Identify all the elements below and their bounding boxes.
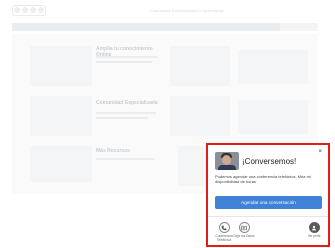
leave-data-button[interactable]: Deja tus Datos xyxy=(231,222,257,239)
site-header: Comunidad Especializada en Aprendizaje xyxy=(0,0,335,20)
content-image xyxy=(238,50,308,84)
nav-item[interactable] xyxy=(279,23,318,31)
content-title: Más Recursos xyxy=(96,148,130,154)
close-icon[interactable]: × xyxy=(318,148,322,156)
divider xyxy=(208,216,328,217)
content-image xyxy=(170,46,230,86)
nav-item[interactable] xyxy=(242,23,280,31)
nav-item[interactable] xyxy=(165,23,203,31)
view-profile-button[interactable]: Ver perfil xyxy=(301,222,327,239)
phone-icon xyxy=(218,222,230,233)
nav-item[interactable] xyxy=(12,23,50,31)
contact-card-icon xyxy=(238,222,250,233)
nav-item[interactable] xyxy=(89,23,127,31)
site-tagline: Comunidad Especializada en Aprendizaje xyxy=(150,7,224,13)
action-label: Deja tus Datos xyxy=(233,234,255,238)
content-image xyxy=(178,146,204,186)
content-title: Comunidad Especializada xyxy=(96,100,158,106)
chat-title: ¡Conversemos! xyxy=(242,157,297,166)
nav-item[interactable] xyxy=(203,23,241,31)
content-image xyxy=(30,146,92,182)
content-image xyxy=(30,46,92,86)
site-logo xyxy=(12,4,46,16)
site-nav xyxy=(12,23,318,31)
schedule-conversation-button[interactable]: Agendar una conversación xyxy=(215,196,322,209)
nav-item[interactable] xyxy=(127,23,165,31)
avatar xyxy=(215,152,239,170)
content-text: Comunidad Especializada xyxy=(96,100,166,106)
action-label: Ver perfil xyxy=(307,234,321,238)
content-image xyxy=(170,96,230,136)
chat-widget: × ¡Conversemos! Podemos agendar una conf… xyxy=(206,143,330,247)
profile-icon xyxy=(308,222,320,233)
chat-message: Podemos agendar una conferencia telefóni… xyxy=(215,174,311,185)
content-image xyxy=(30,96,92,136)
content-text: Más Recursos xyxy=(96,148,166,154)
nav-item[interactable] xyxy=(50,23,88,31)
content-image xyxy=(238,100,308,134)
